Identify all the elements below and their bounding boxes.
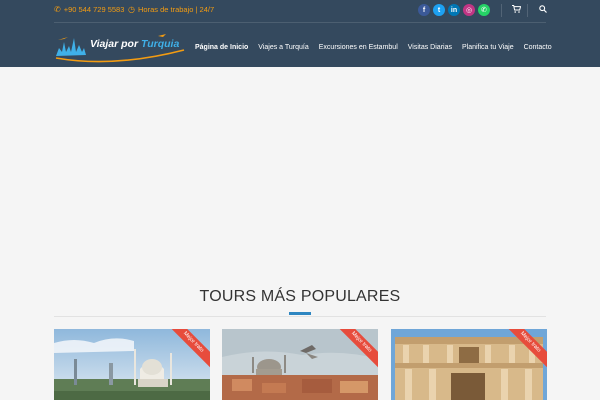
nav-item-contact[interactable]: Contacto (519, 44, 557, 51)
social-links: f t in ◎ ✆ (418, 4, 490, 16)
tour-card[interactable]: Mejor trato (391, 329, 547, 400)
logo-text: Viajar por Turquia (90, 38, 180, 50)
whatsapp-icon[interactable]: ✆ (478, 4, 490, 16)
nav-item-home[interactable]: Página de Inicio (190, 44, 253, 51)
working-hours-text: Horas de trabajo | 24/7 (137, 5, 215, 14)
site-logo[interactable]: Viajar por Turquia (54, 28, 186, 64)
topbar-divider (501, 4, 502, 17)
nav-item-plan-trip[interactable]: Planifica tu Viaje (457, 44, 519, 51)
section-title: TOURS MÁS POPULARES (199, 288, 401, 305)
cart-icon[interactable] (512, 5, 522, 15)
instagram-icon[interactable]: ◎ (463, 4, 475, 16)
phone-number: +90 544 729 5583 (63, 5, 125, 14)
main-navigation: Página de Inicio Viajes a Turquía Excurs… (190, 44, 557, 51)
search-icon[interactable] (539, 5, 547, 15)
tour-card[interactable]: Mejor trato (54, 329, 210, 400)
hero-banner (0, 67, 600, 267)
title-underline (289, 312, 311, 315)
site-header: ✆ +90 544 729 5583 ◷ Horas de trabajo | … (0, 0, 600, 67)
working-hours: ◷ Horas de trabajo | 24/7 (128, 5, 214, 14)
nav-item-istanbul-excursions[interactable]: Excursiones en Estambul (314, 44, 403, 51)
section-divider (54, 316, 546, 317)
nav-item-daily-tours[interactable]: Visitas Diarias (403, 44, 457, 51)
linkedin-icon[interactable]: in (448, 4, 460, 16)
phone-contact[interactable]: ✆ +90 544 729 5583 (54, 5, 124, 14)
phone-icon: ✆ (54, 5, 61, 14)
tour-card[interactable]: Mejor trato (222, 329, 378, 400)
topbar-divider (527, 4, 528, 17)
topbar-separator (54, 22, 546, 23)
facebook-icon[interactable]: f (418, 4, 430, 16)
nav-item-trips-turkey[interactable]: Viajes a Turquía (253, 44, 313, 51)
twitter-icon[interactable]: t (433, 4, 445, 16)
top-bar: ✆ +90 544 729 5583 ◷ Horas de trabajo | … (0, 0, 600, 22)
clock-icon: ◷ (128, 5, 135, 14)
